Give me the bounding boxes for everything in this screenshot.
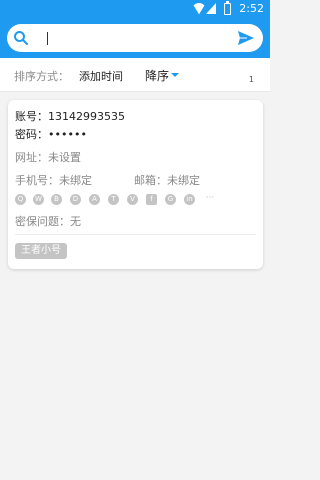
more-icon[interactable]: ··· [203,194,217,205]
github-icon: G [165,194,176,205]
search-input[interactable] [35,27,231,49]
facebook-icon: f [146,194,157,205]
alipay-icon: A [89,194,100,205]
baidu-icon: D [70,194,81,205]
send-icon[interactable] [237,30,255,46]
search-icon [14,31,28,45]
account-password: 密码：•••••• [15,128,87,141]
battery-icon [224,1,231,15]
divider [15,234,256,235]
taobao-icon: T [108,194,119,205]
signal-icon [206,3,216,14]
sort-order-selector[interactable]: 降序 [145,67,169,84]
linkedin-icon: in [184,194,195,205]
account-url: 网址：未设置 [15,151,81,164]
account-email: 邮箱：未绑定 [134,174,200,187]
sort-field-selector[interactable]: 添加时间 [79,68,123,84]
account-tag[interactable]: 王者小号 [15,243,67,259]
sort-bar: 排序方式： 添加时间 降序 1 [0,58,270,92]
wifi-icon [192,3,206,15]
ding-icon: V [127,194,138,205]
search-box[interactable] [7,24,263,52]
account-card[interactable]: 账号：13142993535 密码：•••••• 网址：未设置 手机号：未绑定 … [8,100,263,269]
item-count: 1 [248,75,254,84]
account-number: 账号：13142993535 [15,110,125,123]
status-bar: 2:52 [0,0,270,18]
security-question: 密保问题：无 [15,215,81,228]
account-phone: 手机号：未绑定 [15,174,92,187]
dropdown-arrow-icon[interactable] [171,73,179,77]
weibo-icon: B [51,194,62,205]
status-time: 2:52 [239,2,264,15]
text-cursor [47,32,48,45]
sort-label: 排序方式： [14,70,69,83]
top-bar [0,18,270,58]
wechat-icon: W [33,194,44,205]
qq-icon: Q [15,194,26,205]
